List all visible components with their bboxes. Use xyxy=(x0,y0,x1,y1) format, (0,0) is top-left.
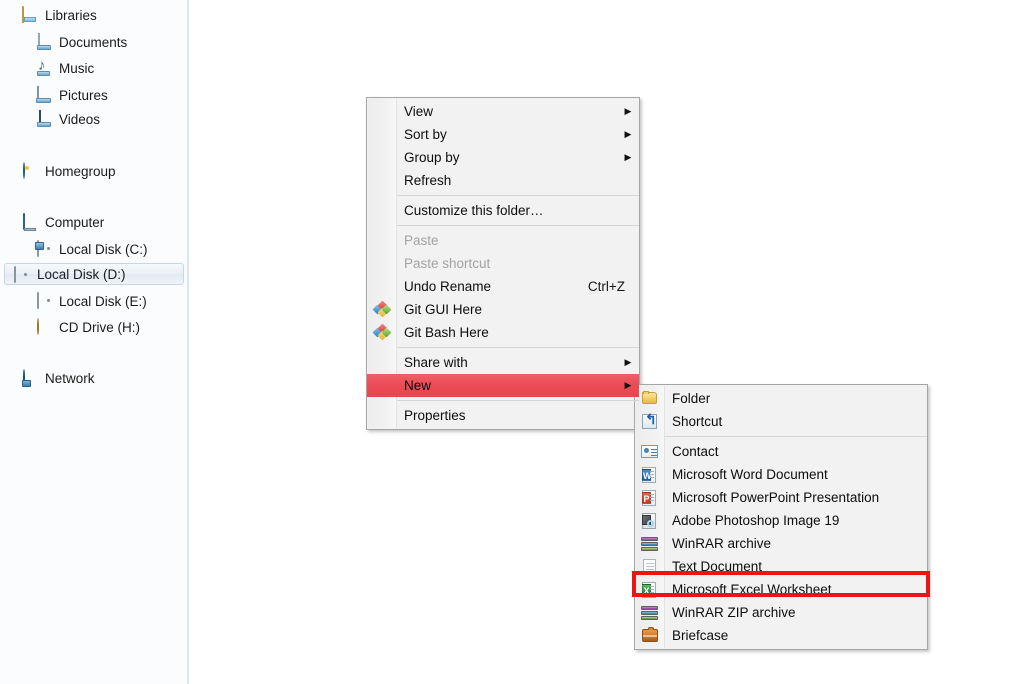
sidebar-item-label: Local Disk (C:) xyxy=(59,241,148,257)
context-menu-separator xyxy=(397,195,639,196)
sidebar-item-label: Documents xyxy=(59,34,128,50)
no-icon xyxy=(367,123,397,146)
sidebar-item-label: Videos xyxy=(59,111,101,127)
submenu-item-text-document[interactable]: Text Document xyxy=(635,555,927,578)
context-menu-item-paste-shortcut: Paste shortcut xyxy=(367,252,639,275)
sidebar-item-computer[interactable]: Computer xyxy=(22,211,104,233)
sidebar-item-documents[interactable]: Documents xyxy=(36,31,127,53)
documents-icon xyxy=(36,33,52,50)
cd-drive-icon xyxy=(36,318,52,335)
sidebar-item-label: Pictures xyxy=(59,87,108,103)
network-icon xyxy=(22,369,38,386)
sidebar-item-label: Network xyxy=(45,370,95,386)
photoshop-icon xyxy=(635,509,665,532)
briefcase-icon xyxy=(635,624,665,647)
sidebar-item-label: Local Disk (D:) xyxy=(37,266,126,282)
no-icon xyxy=(367,229,397,252)
hard-disk-icon xyxy=(13,266,29,283)
sidebar-item-label: Computer xyxy=(45,214,105,230)
submenu-item-winrar-archive[interactable]: WinRAR archive xyxy=(635,532,927,555)
new-submenu: Folder Shortcut Contact W Microsoft Word… xyxy=(634,384,928,650)
sidebar-item-label: Libraries xyxy=(45,7,97,23)
contact-icon xyxy=(635,440,665,463)
libraries-icon xyxy=(22,6,38,23)
no-icon xyxy=(367,169,397,192)
submenu-separator xyxy=(665,436,927,437)
no-icon xyxy=(367,100,397,123)
git-icon xyxy=(367,321,397,344)
context-menu-item-group-by[interactable]: Group by ▶ xyxy=(367,146,639,169)
context-menu-item-new[interactable]: New ▶ xyxy=(367,374,639,397)
submenu-item-winrar-zip-archive[interactable]: WinRAR ZIP archive xyxy=(635,601,927,624)
navigation-pane-divider xyxy=(187,0,189,684)
powerpoint-icon: P xyxy=(635,486,665,509)
sidebar-item-label: Local Disk (E:) xyxy=(59,293,147,309)
shortcut-icon xyxy=(635,410,665,433)
videos-icon xyxy=(36,110,52,127)
context-menu-separator xyxy=(397,400,639,401)
music-icon xyxy=(36,60,52,76)
sidebar-item-pictures[interactable]: Pictures xyxy=(36,84,108,106)
winrar-icon xyxy=(635,532,665,555)
submenu-arrow-icon: ▶ xyxy=(624,357,632,367)
context-menu-separator xyxy=(397,225,639,226)
word-icon: W xyxy=(635,463,665,486)
submenu-item-microsoft-powerpoint-presentation[interactable]: P Microsoft PowerPoint Presentation xyxy=(635,486,927,509)
sidebar-item-local-disk-c[interactable]: Local Disk (C:) xyxy=(36,238,148,260)
hard-disk-icon xyxy=(36,292,52,309)
context-menu-item-customize-this-folder[interactable]: Customize this folder… xyxy=(367,199,639,222)
git-icon xyxy=(367,298,397,321)
no-icon xyxy=(367,374,397,397)
no-icon xyxy=(367,199,397,222)
context-menu-item-undo-rename[interactable]: Undo Rename Ctrl+Z xyxy=(367,275,639,298)
sidebar-item-label: Music xyxy=(59,60,95,76)
folder-context-menu: View ▶ Sort by ▶ Group by ▶ Refresh Cust… xyxy=(366,97,640,430)
sidebar-item-videos[interactable]: Videos xyxy=(36,108,100,130)
pictures-icon xyxy=(36,86,52,103)
sidebar-item-label: CD Drive (H:) xyxy=(59,319,140,335)
submenu-item-shortcut[interactable]: Shortcut xyxy=(635,410,927,433)
context-menu-item-paste: Paste xyxy=(367,229,639,252)
sidebar-item-homegroup[interactable]: Homegroup xyxy=(22,160,116,182)
no-icon xyxy=(367,252,397,275)
context-menu-item-properties[interactable]: Properties xyxy=(367,404,639,427)
context-menu-separator xyxy=(397,347,639,348)
sidebar-item-local-disk-d[interactable]: Local Disk (D:) xyxy=(4,263,184,285)
context-menu-item-git-gui-here[interactable]: Git GUI Here xyxy=(367,298,639,321)
no-icon xyxy=(367,146,397,169)
submenu-item-folder[interactable]: Folder xyxy=(635,387,927,410)
context-menu-item-view[interactable]: View ▶ xyxy=(367,100,639,123)
new-folder-icon xyxy=(635,387,665,410)
submenu-arrow-icon: ▶ xyxy=(624,152,632,162)
text-document-icon xyxy=(635,555,665,578)
context-menu-item-git-bash-here[interactable]: Git Bash Here xyxy=(367,321,639,344)
submenu-item-contact[interactable]: Contact xyxy=(635,440,927,463)
submenu-arrow-icon: ▶ xyxy=(624,106,632,116)
submenu-item-microsoft-word-document[interactable]: W Microsoft Word Document xyxy=(635,463,927,486)
sidebar-item-local-disk-e[interactable]: Local Disk (E:) xyxy=(36,290,147,312)
submenu-item-adobe-photoshop-image[interactable]: Adobe Photoshop Image 19 xyxy=(635,509,927,532)
keyboard-shortcut: Ctrl+Z xyxy=(587,279,625,294)
sidebar-item-cd-drive-h[interactable]: CD Drive (H:) xyxy=(36,316,140,338)
no-icon xyxy=(367,275,397,298)
context-menu-item-sort-by[interactable]: Sort by ▶ xyxy=(367,123,639,146)
sidebar-item-music[interactable]: Music xyxy=(36,57,94,79)
homegroup-icon xyxy=(22,162,38,179)
hard-disk-system-icon xyxy=(36,240,52,257)
sidebar-item-network[interactable]: Network xyxy=(22,367,95,389)
sidebar-item-label: Homegroup xyxy=(45,163,116,179)
context-menu-item-share-with[interactable]: Share with ▶ xyxy=(367,351,639,374)
submenu-arrow-icon: ▶ xyxy=(624,129,632,139)
winrar-zip-icon xyxy=(635,601,665,624)
computer-icon xyxy=(22,213,38,230)
sidebar-item-libraries[interactable]: Libraries xyxy=(22,4,97,26)
context-menu-item-refresh[interactable]: Refresh xyxy=(367,169,639,192)
no-icon xyxy=(367,404,397,427)
no-icon xyxy=(367,351,397,374)
excel-icon: X xyxy=(635,578,665,601)
submenu-item-microsoft-excel-worksheet[interactable]: X Microsoft Excel Worksheet xyxy=(635,578,927,601)
submenu-item-briefcase[interactable]: Briefcase xyxy=(635,624,927,647)
